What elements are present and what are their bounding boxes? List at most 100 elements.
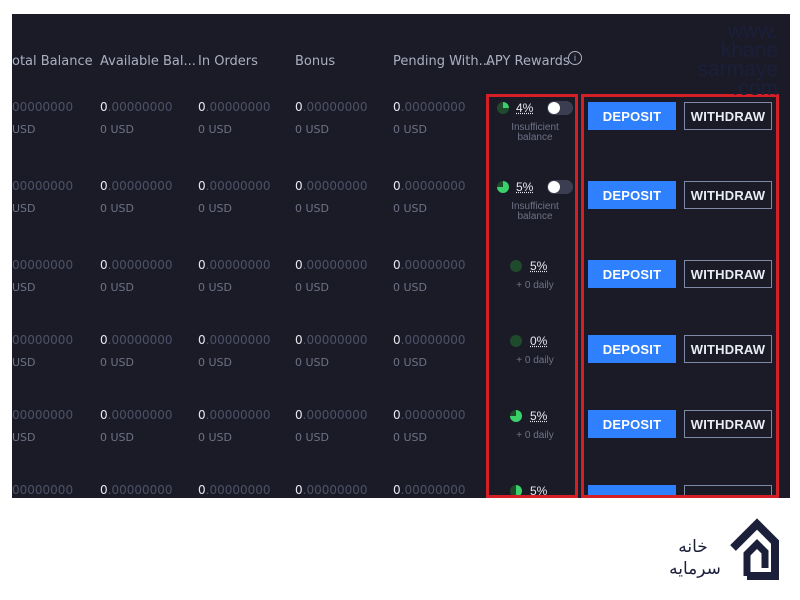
total-balance-value: 00000000 [12,100,73,114]
available-balance-usd: 0 USD [100,202,134,215]
in-orders-usd: 0 USD [198,281,232,294]
value-decimals: .00000000 [400,333,466,347]
total-balance-value: 00000000 [12,179,73,193]
available-balance-usd: 0 USD [100,123,134,136]
value-integer: 0 [198,179,206,193]
value-decimals: .00000000 [400,100,466,114]
value-integer: 0 [295,408,303,422]
value-decimals: 00000000 [12,179,74,193]
value-decimals: .00000000 [107,258,173,272]
total-balance-value: 00000000 [12,408,73,422]
value-decimals: .00000000 [302,258,368,272]
header-available-balance[interactable]: Available Bal... [100,54,196,74]
value-decimals: 00000000 [12,258,74,272]
value-decimals: .00000000 [107,408,173,422]
total-balance-value: 00000000 [12,258,73,272]
value-decimals: .00000000 [400,258,466,272]
value-decimals: .00000000 [302,100,368,114]
logo-text-top: خانه [678,537,708,557]
pending-withdrawal-value: 0.00000000 [393,100,466,114]
value-integer: 0 [100,179,108,193]
bonus-value: 0.00000000 [295,100,368,114]
value-integer: 0 [295,100,303,114]
value-integer: 0 [393,179,401,193]
in-orders-value: 0.00000000 [198,179,271,193]
actions-highlight-box [581,94,779,498]
available-balance-value: 0.00000000 [100,258,173,272]
available-balance-value: 0.00000000 [100,100,173,114]
bonus-value: 0.00000000 [295,483,368,497]
value-decimals: .00000000 [302,333,368,347]
available-balance-usd: 0 USD [100,281,134,294]
in-orders-value: 0.00000000 [198,483,271,497]
value-decimals: .00000000 [400,179,466,193]
value-integer: 0 [295,179,303,193]
pending-withdrawal-usd: 0 USD [393,202,427,215]
value-integer: 0 [295,258,303,272]
value-decimals: .00000000 [302,179,368,193]
value-decimals: .00000000 [107,100,173,114]
bonus-value: 0.00000000 [295,333,368,347]
value-decimals: .00000000 [107,483,173,497]
in-orders-value: 0.00000000 [198,258,271,272]
value-integer: 0 [393,100,401,114]
value-decimals: .00000000 [400,408,466,422]
info-icon[interactable]: i [568,51,582,65]
value-decimals: .00000000 [205,408,271,422]
value-decimals: .00000000 [205,483,271,497]
value-integer: 0 [198,483,206,497]
pending-withdrawal-usd: 0 USD [393,281,427,294]
value-integer: 0 [100,258,108,272]
in-orders-value: 0.00000000 [198,333,271,347]
available-balance-value: 0.00000000 [100,483,173,497]
value-decimals: 00000000 [12,333,74,347]
value-integer: 0 [100,483,108,497]
in-orders-usd: 0 USD [198,123,232,136]
bonus-usd: 0 USD [295,202,329,215]
bonus-usd: 0 USD [295,356,329,369]
pending-withdrawal-value: 0.00000000 [393,483,466,497]
value-integer: 0 [393,483,401,497]
header-bonus[interactable]: Bonus [295,54,335,74]
value-decimals: .00000000 [205,179,271,193]
in-orders-usd: 0 USD [198,356,232,369]
bonus-value: 0.00000000 [295,258,368,272]
value-decimals: .00000000 [302,408,368,422]
total-balance-usd: USD [12,356,36,369]
value-integer: 0 [100,100,108,114]
value-integer: 0 [198,333,206,347]
header-in-orders[interactable]: In Orders [198,54,258,74]
value-decimals: 00000000 [12,408,74,422]
apy-highlight-box [486,94,578,498]
value-integer: 0 [393,408,401,422]
logo-text-bottom: سرمایه [669,559,721,579]
bonus-usd: 0 USD [295,281,329,294]
value-integer: 0 [198,258,206,272]
available-balance-usd: 0 USD [100,356,134,369]
pending-withdrawal-value: 0.00000000 [393,333,466,347]
header-apy-rewards[interactable]: APY Rewards [486,54,570,74]
value-decimals: 00000000 [12,100,74,114]
khane-sarmaye-logo: خانه سرمایه [669,518,779,580]
value-integer: 0 [100,333,108,347]
pending-withdrawal-value: 0.00000000 [393,408,466,422]
available-balance-value: 0.00000000 [100,179,173,193]
total-balance-usd: USD [12,281,36,294]
available-balance-usd: 0 USD [100,431,134,444]
in-orders-usd: 0 USD [198,431,232,444]
value-integer: 0 [393,258,401,272]
bonus-value: 0.00000000 [295,408,368,422]
value-integer: 0 [295,333,303,347]
pending-withdrawal-value: 0.00000000 [393,258,466,272]
bonus-usd: 0 USD [295,431,329,444]
value-decimals: .00000000 [107,179,173,193]
pending-withdrawal-usd: 0 USD [393,356,427,369]
value-integer: 0 [198,408,206,422]
header-total-balance[interactable]: otal Balance [12,54,93,74]
pending-withdrawal-usd: 0 USD [393,123,427,136]
value-decimals: .00000000 [205,333,271,347]
in-orders-value: 0.00000000 [198,100,271,114]
value-integer: 0 [393,333,401,347]
header-pending-withdrawal[interactable]: Pending With... [393,54,491,74]
bonus-value: 0.00000000 [295,179,368,193]
